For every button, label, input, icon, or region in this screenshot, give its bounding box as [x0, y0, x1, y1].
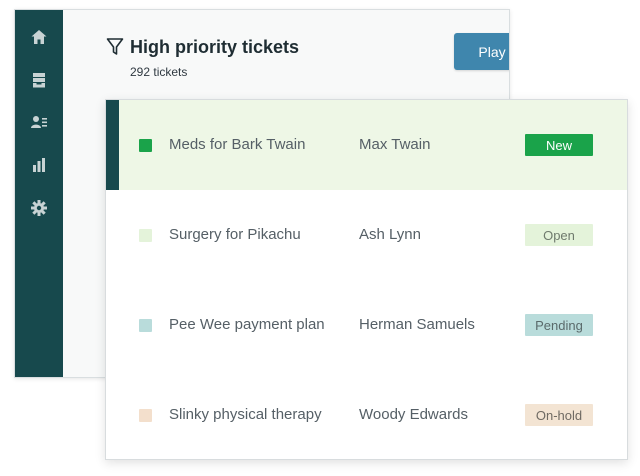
status-badge: Open — [525, 224, 593, 246]
priority-square — [139, 229, 152, 242]
ticket-requester: Woody Edwards — [359, 406, 468, 423]
bar-chart-icon[interactable] — [29, 155, 49, 175]
priority-square — [139, 319, 152, 332]
users-icon[interactable] — [29, 112, 49, 132]
play-button[interactable]: Play — [454, 33, 509, 70]
ticket-row[interactable]: Surgery for Pikachu Ash Lynn Open — [106, 190, 627, 280]
priority-square — [139, 409, 152, 422]
nav-rail — [15, 10, 63, 377]
status-badge: Pending — [525, 314, 593, 336]
view-title: High priority tickets — [130, 37, 300, 57]
ticket-subject[interactable]: Pee Wee payment plan — [169, 316, 325, 333]
ticket-subject[interactable]: Surgery for Pikachu — [169, 226, 301, 243]
funnel-icon — [106, 38, 124, 55]
ticket-subject[interactable]: Slinky physical therapy — [169, 406, 322, 423]
home-icon[interactable] — [29, 27, 49, 47]
ticket-list-panel: Meds for Bark Twain Max Twain New Surger… — [105, 99, 628, 460]
ticket-row[interactable]: Pee Wee payment plan Herman Samuels Pend… — [106, 280, 627, 370]
ticket-count: 292 tickets — [130, 65, 188, 79]
ticket-row[interactable]: Meds for Bark Twain Max Twain New — [106, 100, 627, 190]
ticket-requester: Herman Samuels — [359, 316, 475, 333]
selected-indicator — [106, 100, 119, 190]
ticket-requester: Ash Lynn — [359, 226, 421, 243]
ticket-row[interactable]: Slinky physical therapy Woody Edwards On… — [106, 370, 627, 459]
gear-icon[interactable] — [29, 198, 49, 218]
inbox-stack-icon[interactable] — [29, 70, 49, 90]
status-badge: New — [525, 134, 593, 156]
ticket-subject[interactable]: Meds for Bark Twain — [169, 136, 305, 153]
ticket-requester: Max Twain — [359, 136, 431, 153]
priority-square — [139, 139, 152, 152]
status-badge: On-hold — [525, 404, 593, 426]
